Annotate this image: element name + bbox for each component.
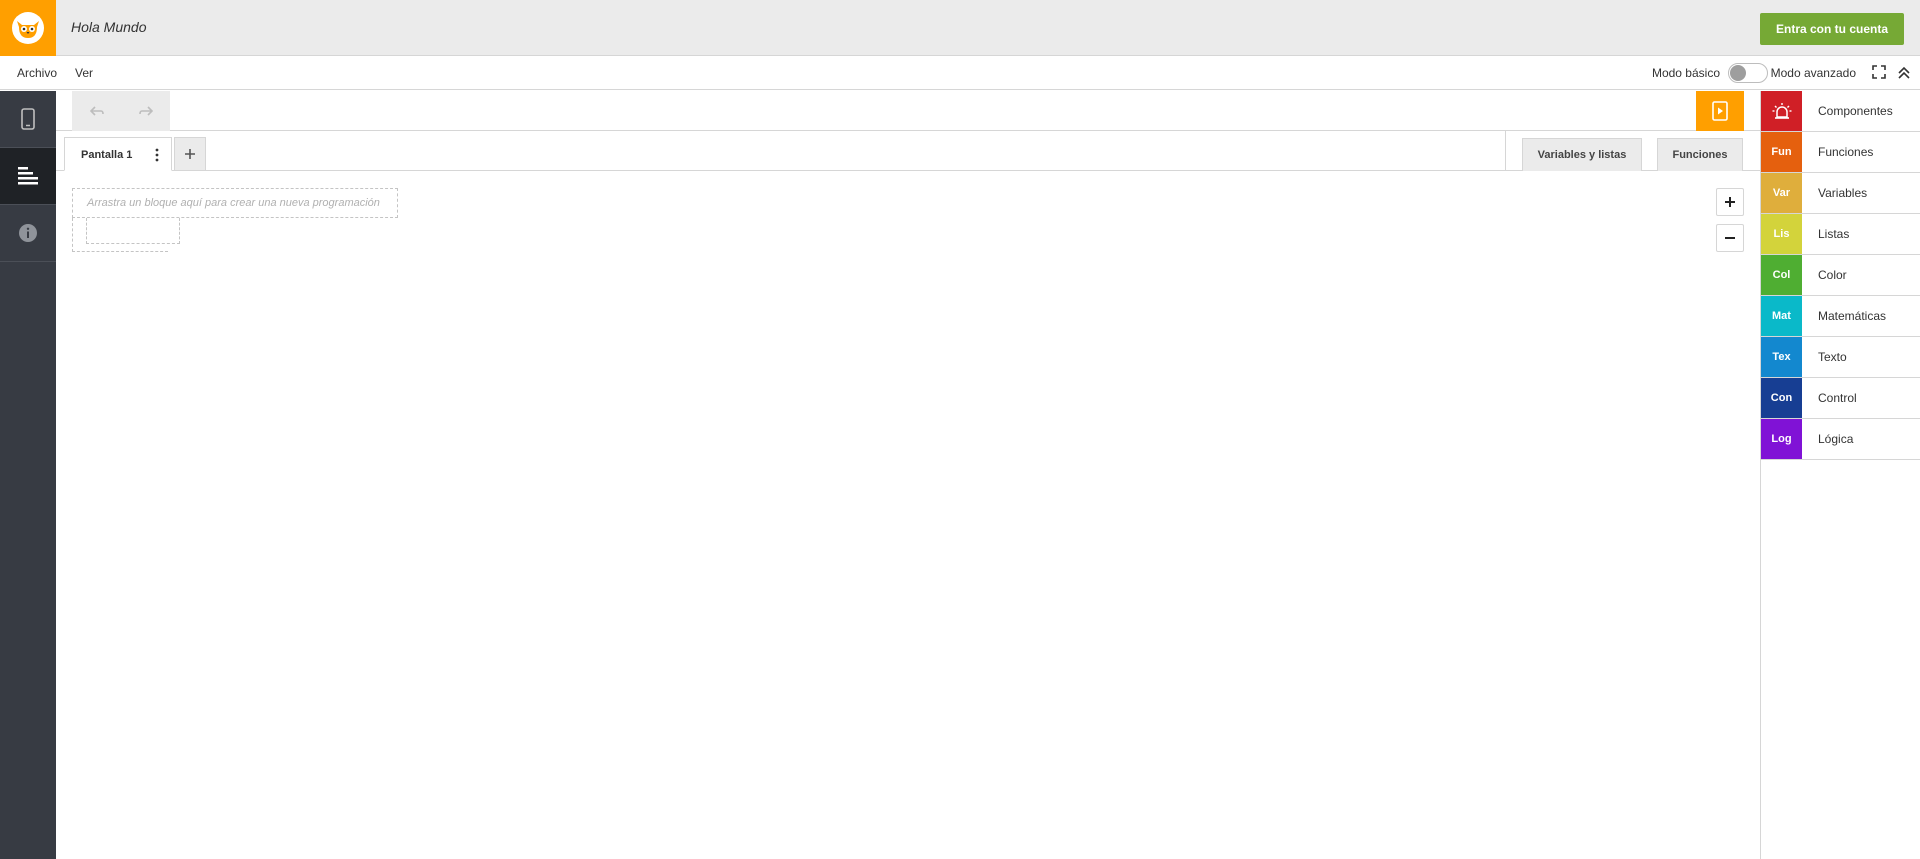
blocks-icon xyxy=(18,167,38,185)
block-palette: Componentes Fun Funciones Var Variables … xyxy=(1760,91,1920,859)
add-screen-button[interactable] xyxy=(174,137,206,171)
more-vertical-icon[interactable] xyxy=(155,148,159,162)
zoom-in-button[interactable] xyxy=(1716,188,1744,216)
redo-button[interactable] xyxy=(121,91,170,131)
zoom-in-icon xyxy=(1725,197,1735,207)
palette-badge: Mat xyxy=(1761,296,1802,336)
palette-item-components[interactable]: Componentes xyxy=(1761,91,1920,132)
palette-badge: Log xyxy=(1761,419,1802,459)
palette-badge: Lis xyxy=(1761,214,1802,254)
fullscreen-icon[interactable] xyxy=(1872,65,1886,79)
palette-item-label: Listas xyxy=(1818,227,1850,241)
palette-item-label: Control xyxy=(1818,391,1857,405)
tab-variables-lists[interactable]: Variables y listas xyxy=(1522,138,1642,171)
mode-basic-label: Modo básico xyxy=(1651,66,1720,80)
undo-redo-group xyxy=(72,91,170,131)
run-app-button[interactable] xyxy=(1696,91,1744,131)
menu-file[interactable]: Archivo xyxy=(17,66,57,80)
screen-tabs-bar: Pantalla 1 Variables y listas Funciones xyxy=(56,131,1760,171)
undo-icon xyxy=(89,106,104,116)
palette-item-logic[interactable]: Log Lógica xyxy=(1761,419,1920,460)
mode-advanced-label: Modo avanzado xyxy=(1770,66,1856,80)
block-drop-zone[interactable]: Arrastra un bloque aquí para crear una n… xyxy=(72,188,398,218)
palette-badge: Var xyxy=(1761,173,1802,213)
top-header: Hola Mundo Entra con tu cuenta xyxy=(0,0,1920,56)
alarm-icon xyxy=(1761,91,1802,131)
palette-badge: Col xyxy=(1761,255,1802,295)
palette-item-math[interactable]: Mat Matemáticas xyxy=(1761,296,1920,337)
phone-icon xyxy=(21,108,35,130)
palette-badge: Tex xyxy=(1761,337,1802,377)
editor-toolbar xyxy=(56,91,1760,131)
tab-screen-1[interactable]: Pantalla 1 xyxy=(64,137,172,171)
blocks-workspace[interactable]: Arrastra un bloque aquí para crear una n… xyxy=(56,172,1760,859)
palette-item-color[interactable]: Col Color xyxy=(1761,255,1920,296)
palette-item-lists[interactable]: Lis Listas xyxy=(1761,214,1920,255)
sidebar-item-design[interactable] xyxy=(0,91,56,148)
palette-item-functions[interactable]: Fun Funciones xyxy=(1761,132,1920,173)
project-title[interactable]: Hola Mundo xyxy=(71,19,147,35)
palette-item-label: Color xyxy=(1818,268,1847,282)
chevron-up-double-icon[interactable] xyxy=(1896,64,1912,80)
login-button[interactable]: Entra con tu cuenta xyxy=(1759,13,1904,45)
sidebar-item-info[interactable] xyxy=(0,205,56,262)
left-sidebar xyxy=(0,91,56,859)
mode-toggle[interactable] xyxy=(1728,63,1768,83)
tabs-divider xyxy=(1505,131,1506,171)
redo-icon xyxy=(138,106,153,116)
tab-functions[interactable]: Funciones xyxy=(1657,138,1743,171)
info-icon xyxy=(19,224,37,242)
undo-button[interactable] xyxy=(72,91,121,131)
toggle-knob xyxy=(1730,65,1746,81)
zoom-out-button[interactable] xyxy=(1716,224,1744,252)
plus-icon xyxy=(185,149,195,159)
drop-zone-slot xyxy=(86,218,180,244)
tab-screen-1-label: Pantalla 1 xyxy=(81,149,133,161)
palette-item-label: Variables xyxy=(1818,186,1868,200)
palette-item-text[interactable]: Tex Texto xyxy=(1761,337,1920,378)
palette-item-label: Funciones xyxy=(1818,145,1874,159)
owl-logo-icon[interactable] xyxy=(0,0,56,56)
palette-item-label: Texto xyxy=(1818,350,1847,364)
palette-item-variables[interactable]: Var Variables xyxy=(1761,173,1920,214)
run-app-icon xyxy=(1712,101,1728,121)
palette-badge: Con xyxy=(1761,378,1802,418)
menu-view[interactable]: Ver xyxy=(75,66,93,80)
drop-hint: Arrastra un bloque aquí para crear una n… xyxy=(87,197,380,209)
zoom-out-icon xyxy=(1725,237,1735,239)
sidebar-item-blocks[interactable] xyxy=(0,148,56,205)
palette-item-label: Matemáticas xyxy=(1818,309,1887,323)
menu-bar: Archivo Ver Modo básico Modo avanzado xyxy=(0,57,1920,90)
palette-item-label: Componentes xyxy=(1818,104,1893,118)
palette-badge: Fun xyxy=(1761,132,1802,172)
palette-item-label: Lógica xyxy=(1818,432,1854,446)
palette-item-control[interactable]: Con Control xyxy=(1761,378,1920,419)
